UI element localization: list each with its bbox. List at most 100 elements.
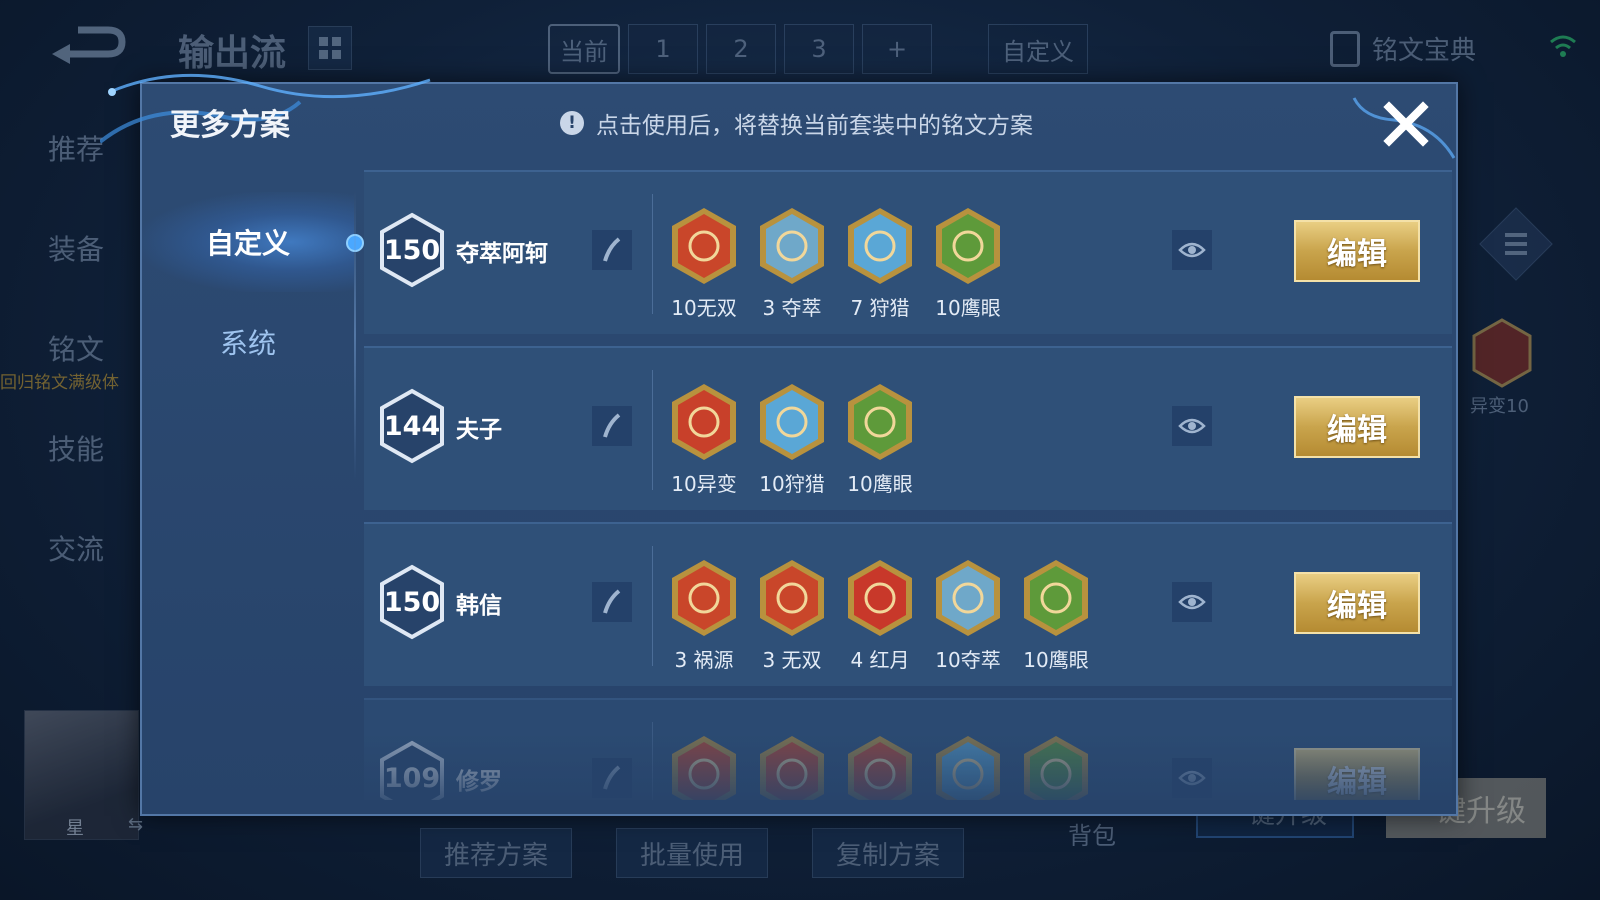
rune-hongyue-icon <box>848 560 912 636</box>
edit-button[interactable]: 编辑 <box>1294 220 1420 282</box>
rune-huoyuan-icon <box>672 560 736 636</box>
tab-system-plans[interactable]: 系统 <box>142 292 354 392</box>
rune-yingyan-icon <box>848 384 912 460</box>
plan-name: 夺萃阿轲 <box>456 241 548 267</box>
side-nav-recommend[interactable]: 推荐 <box>48 130 104 230</box>
rune-red-icon <box>848 736 912 800</box>
rune-shoulie-icon <box>848 208 912 284</box>
rename-button[interactable] <box>592 230 632 270</box>
recommend-plan-button[interactable]: 推荐方案 <box>420 828 572 878</box>
side-nav: 推荐 装备 铭文 技能 交流 回归铭文满级体 <box>0 130 119 630</box>
side-nav-equipment[interactable]: 装备 <box>48 230 104 330</box>
menu-icon <box>1500 228 1532 260</box>
copy-plan-button[interactable]: 复制方案 <box>812 828 964 878</box>
rune-set <box>660 734 1100 800</box>
plan-name: 修罗 <box>456 769 502 795</box>
nav-divider <box>354 190 356 480</box>
plan-category-nav: 自定义 系统 <box>142 192 364 392</box>
rune-green-icon <box>1024 736 1088 800</box>
rune-slot: 10无双 <box>660 206 748 321</box>
notice-text: 点击使用后，将替换当前套装中的铭文方案 <box>596 113 1033 139</box>
tab-3[interactable]: 3 <box>784 24 854 74</box>
rune-duocui-icon <box>760 208 824 284</box>
edit-button[interactable]: 编辑 <box>1294 396 1420 458</box>
rune-label: 10异变 <box>671 472 737 496</box>
rune-duocui-icon <box>936 560 1000 636</box>
edit-button[interactable]: 编辑 <box>1294 572 1420 634</box>
back-arrow-icon[interactable] <box>48 24 128 70</box>
row-divider <box>652 194 653 314</box>
rename-button[interactable] <box>592 758 632 798</box>
row-divider <box>652 722 653 800</box>
tab-2[interactable]: 2 <box>706 24 776 74</box>
codex-button[interactable]: 铭文宝典 <box>1330 30 1476 67</box>
rune-shoulie-icon <box>760 384 824 460</box>
rune-level: 150 <box>383 234 441 266</box>
close-button[interactable] <box>1378 96 1434 152</box>
notice: ! 点击使用后，将替换当前套装中的铭文方案 <box>560 106 1033 140</box>
rune-set: 10无双 3 夺萃 7 狩猎 10鹰眼 <box>660 206 1012 321</box>
rune-slot: 3 无双 <box>748 558 836 673</box>
eye-icon <box>1178 770 1206 786</box>
rename-button[interactable] <box>592 582 632 622</box>
rune-slot: 3 祸源 <box>660 558 748 673</box>
rune-label: 7 狩猎 <box>850 296 910 320</box>
rune-slot: 3 夺萃 <box>748 206 836 321</box>
tab-1[interactable]: 1 <box>628 24 698 74</box>
rune-wushuang-icon <box>760 560 824 636</box>
rune-slot <box>924 734 1012 800</box>
rune-slot: 4 红月 <box>836 558 924 673</box>
codex-label: 铭文宝典 <box>1372 36 1477 66</box>
preview-button[interactable] <box>1172 230 1212 270</box>
wifi-icon <box>1550 35 1576 57</box>
tab-add[interactable]: + <box>862 24 932 74</box>
pencil-icon <box>603 413 621 438</box>
side-nav-chat[interactable]: 交流 <box>48 530 104 630</box>
tab-current[interactable]: 当前 <box>548 24 620 74</box>
rune-wushuang-icon <box>672 208 736 284</box>
preview-button[interactable] <box>1172 406 1212 446</box>
pencil-icon <box>603 237 621 262</box>
rune-slot <box>748 734 836 800</box>
bag-label[interactable]: 背包 <box>1068 816 1116 851</box>
rune-slot: 10鹰眼 <box>1012 558 1100 673</box>
rune-label: 3 无双 <box>762 648 822 672</box>
rune-slot: 7 狩猎 <box>836 206 924 321</box>
close-icon <box>1383 101 1429 147</box>
rune-label: 10鹰眼 <box>1023 648 1089 672</box>
info-icon: ! <box>560 111 584 135</box>
rune-blue-icon <box>936 736 1000 800</box>
rune-set: 10异变 10狩猎 10鹰眼 <box>660 382 924 497</box>
plan-list: 150 夺萃阿轲 10无双 3 夺萃 7 狩猎 10鹰眼 编辑 144 夫子 10异变… <box>364 170 1452 800</box>
preview-button[interactable] <box>1172 582 1212 622</box>
eye-icon <box>1178 242 1206 258</box>
pencil-icon <box>603 765 621 790</box>
tab-custom[interactable]: 自定义 <box>988 24 1088 74</box>
edit-button[interactable]: 编辑 <box>1294 748 1420 800</box>
rune-level: 144 <box>383 410 441 442</box>
rune-slot <box>660 734 748 800</box>
rune-slot: 10异变 <box>660 382 748 497</box>
grid-view-button[interactable] <box>308 26 352 70</box>
rune-yibian-icon <box>672 384 736 460</box>
plan-row: 150 夺萃阿轲 10无双 3 夺萃 7 狩猎 10鹰眼 编辑 <box>364 170 1452 334</box>
rune-label: 4 红月 <box>850 648 910 672</box>
rune-slot <box>836 734 924 800</box>
bottom-bar: 推荐方案 批量使用 复制方案 <box>420 828 964 878</box>
rune-label: 10鹰眼 <box>847 472 913 496</box>
preview-button[interactable] <box>1172 758 1212 798</box>
top-tabs: 当前 1 2 3 + <box>548 24 932 74</box>
plan-name: 夫子 <box>456 417 502 443</box>
rune-level: 150 <box>383 586 441 618</box>
rune-yingyan-icon <box>936 208 1000 284</box>
rune-slot: 10鹰眼 <box>924 206 1012 321</box>
eye-icon <box>1178 594 1206 610</box>
right-rune-label: 异变10 <box>1470 396 1529 417</box>
swap-icon[interactable]: ⇆ <box>128 814 143 835</box>
rune-slot: 10狩猎 <box>748 382 836 497</box>
codex-icon <box>1330 30 1360 67</box>
side-nav-skills[interactable]: 技能 <box>48 430 104 530</box>
tab-custom-plans[interactable]: 自定义 <box>142 192 364 292</box>
rename-button[interactable] <box>592 406 632 446</box>
batch-use-button[interactable]: 批量使用 <box>616 828 768 878</box>
